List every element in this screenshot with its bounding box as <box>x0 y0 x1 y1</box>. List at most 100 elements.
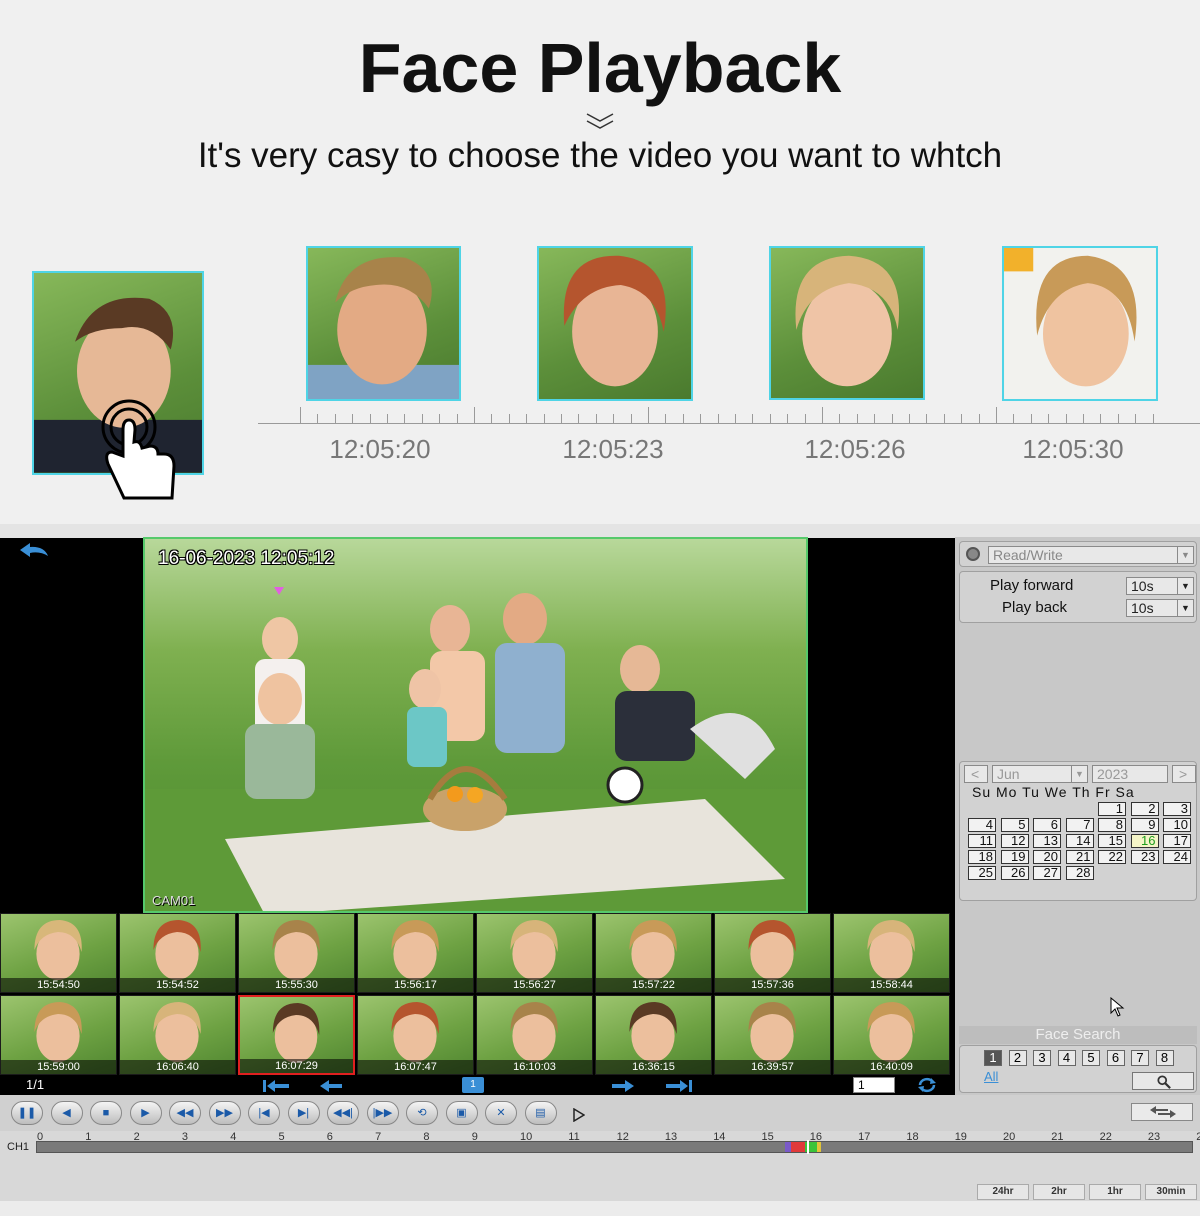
calendar-day[interactable]: 15 <box>1098 834 1126 848</box>
next-record-button[interactable]: |▶▶ <box>366 1101 399 1125</box>
calendar-day[interactable]: 9 <box>1130 818 1159 832</box>
calendar-day[interactable]: 1 <box>1098 802 1126 816</box>
playhead[interactable] <box>807 1140 809 1154</box>
calendar-day[interactable]: 28 <box>1065 866 1094 880</box>
zoom-1hr-button[interactable]: 1hr <box>1089 1184 1141 1200</box>
first-page-icon[interactable] <box>263 1080 289 1092</box>
face-thumbnail[interactable]: 16:40:09 <box>833 995 950 1075</box>
calendar-day[interactable]: 7 <box>1065 818 1094 832</box>
camera-select-button[interactable]: 5 <box>1082 1050 1100 1066</box>
year-field[interactable]: 2023 <box>1092 765 1168 783</box>
camera-select-button[interactable]: 4 <box>1057 1050 1076 1066</box>
face-thumbnail[interactable]: 16:07:47 <box>357 995 474 1075</box>
calendar-day[interactable]: 12 <box>1000 834 1029 848</box>
calendar-next-button[interactable]: > <box>1172 765 1196 783</box>
snapshot-button[interactable]: ▣ <box>445 1101 478 1125</box>
play-back-select[interactable]: 10s ▼ <box>1126 599 1194 617</box>
current-page-button[interactable]: 1 <box>462 1077 484 1093</box>
calendar-day[interactable]: 4 <box>968 818 996 832</box>
camera-select-button[interactable]: 8 <box>1155 1050 1174 1066</box>
timeline-hour-label: 24 <box>1196 1131 1200 1143</box>
page-number-input[interactable] <box>853 1077 895 1093</box>
face-thumbnail[interactable]: 15:56:27 <box>476 913 593 993</box>
face-thumbnail[interactable]: 15:56:17 <box>357 913 474 993</box>
timeline-tick <box>352 414 354 423</box>
fast-rewind-button[interactable]: ◀◀ <box>169 1101 201 1125</box>
play-forward-select[interactable]: 10s ▼ <box>1126 577 1194 595</box>
zoom-24hr-button[interactable]: 24hr <box>977 1184 1029 1200</box>
timeline-tick <box>526 414 528 423</box>
back-arrow-icon[interactable] <box>16 540 52 560</box>
zoom-30min-button[interactable]: 30min <box>1145 1184 1197 1200</box>
calendar-day[interactable]: 13 <box>1033 834 1061 848</box>
search-button[interactable] <box>1132 1072 1194 1090</box>
next-frame-button[interactable]: ▶| <box>287 1101 320 1125</box>
loop-button[interactable]: ⟲ <box>406 1101 438 1125</box>
prev-page-icon[interactable] <box>320 1080 342 1092</box>
calendar-day[interactable]: 22 <box>1098 850 1126 864</box>
mode-select[interactable]: Read/Write ▼ <box>988 546 1194 564</box>
calendar-day[interactable]: 3 <box>1163 802 1191 816</box>
face-thumbnail-teen[interactable] <box>1002 246 1158 401</box>
face-thumbnail[interactable]: 15:57:36 <box>714 913 831 993</box>
save-button[interactable]: ▤ <box>524 1101 557 1125</box>
prev-record-button[interactable]: ◀◀| <box>327 1101 359 1125</box>
expand-icon[interactable] <box>573 1108 585 1122</box>
timeline-tick <box>682 414 684 423</box>
zoom-2hr-button[interactable]: 2hr <box>1033 1184 1085 1200</box>
video-player[interactable] <box>143 537 808 913</box>
calendar-day[interactable]: 8 <box>1098 818 1126 832</box>
channel-record-track[interactable] <box>36 1140 1193 1154</box>
face-thumbnail[interactable]: 15:55:30 <box>238 913 355 993</box>
close-button[interactable]: ✕ <box>485 1101 517 1125</box>
face-thumbnail[interactable]: 15:58:44 <box>833 913 950 993</box>
play-reverse-button[interactable]: ◀ <box>50 1101 83 1125</box>
refresh-icon[interactable] <box>916 1077 938 1093</box>
fast-forward-button[interactable]: ▶▶ <box>208 1101 241 1125</box>
face-thumbnail-girl[interactable] <box>769 246 925 400</box>
calendar-day[interactable]: 19 <box>1000 850 1029 864</box>
camera-select-button[interactable]: 1 <box>984 1050 1002 1066</box>
calendar-day[interactable]: 5 <box>1000 818 1029 832</box>
month-select[interactable]: Jun ▼ <box>992 765 1088 783</box>
face-thumbnail[interactable]: 15:54:52 <box>119 913 236 993</box>
calendar-day[interactable]: 24 <box>1163 850 1191 864</box>
play-button[interactable]: ▶ <box>129 1101 162 1125</box>
face-thumbnail[interactable]: 16:07:29 <box>238 995 355 1075</box>
face-thumbnail[interactable]: 15:54:50 <box>0 913 117 993</box>
calendar-day[interactable]: 26 <box>1000 866 1029 880</box>
face-thumbnail[interactable]: 16:10:03 <box>476 995 593 1075</box>
face-thumbnail[interactable]: 15:59:00 <box>0 995 117 1075</box>
camera-select-button[interactable]: 2 <box>1008 1050 1027 1066</box>
camera-select-button[interactable]: 6 <box>1106 1050 1125 1066</box>
calendar-day[interactable]: 20 <box>1033 850 1061 864</box>
sync-button[interactable] <box>1131 1103 1193 1121</box>
all-cameras-checkbox[interactable]: All <box>984 1069 998 1084</box>
next-page-icon[interactable] <box>612 1080 634 1092</box>
face-thumbnail[interactable]: 16:39:57 <box>714 995 831 1075</box>
pause-button[interactable]: ❚❚ <box>11 1101 43 1125</box>
calendar-day[interactable]: 23 <box>1130 850 1159 864</box>
calendar-prev-button[interactable]: < <box>964 765 988 783</box>
last-page-icon[interactable] <box>666 1080 692 1092</box>
calendar-day[interactable]: 2 <box>1130 802 1159 816</box>
prev-frame-button[interactable]: |◀ <box>248 1101 280 1125</box>
calendar-day[interactable]: 21 <box>1065 850 1094 864</box>
calendar-day[interactable]: 14 <box>1065 834 1094 848</box>
calendar-day[interactable]: 18 <box>968 850 996 864</box>
calendar-day[interactable]: 25 <box>968 866 996 880</box>
calendar-day[interactable]: 17 <box>1163 834 1191 848</box>
face-thumbnail-man[interactable] <box>306 246 461 401</box>
face-thumbnail[interactable]: 15:57:22 <box>595 913 712 993</box>
calendar-day[interactable]: 10 <box>1163 818 1191 832</box>
face-thumbnail[interactable]: 16:06:40 <box>119 995 236 1075</box>
face-thumbnail[interactable]: 16:36:15 <box>595 995 712 1075</box>
stop-button[interactable]: ■ <box>90 1101 122 1125</box>
calendar-day[interactable]: 27 <box>1033 866 1061 880</box>
camera-select-button[interactable]: 3 <box>1033 1050 1051 1066</box>
calendar-day[interactable]: 6 <box>1033 818 1061 832</box>
face-thumbnail-woman[interactable] <box>537 246 693 401</box>
calendar-day[interactable]: 16 <box>1130 834 1159 848</box>
camera-select-button[interactable]: 7 <box>1131 1050 1149 1066</box>
calendar-day[interactable]: 11 <box>968 834 996 848</box>
